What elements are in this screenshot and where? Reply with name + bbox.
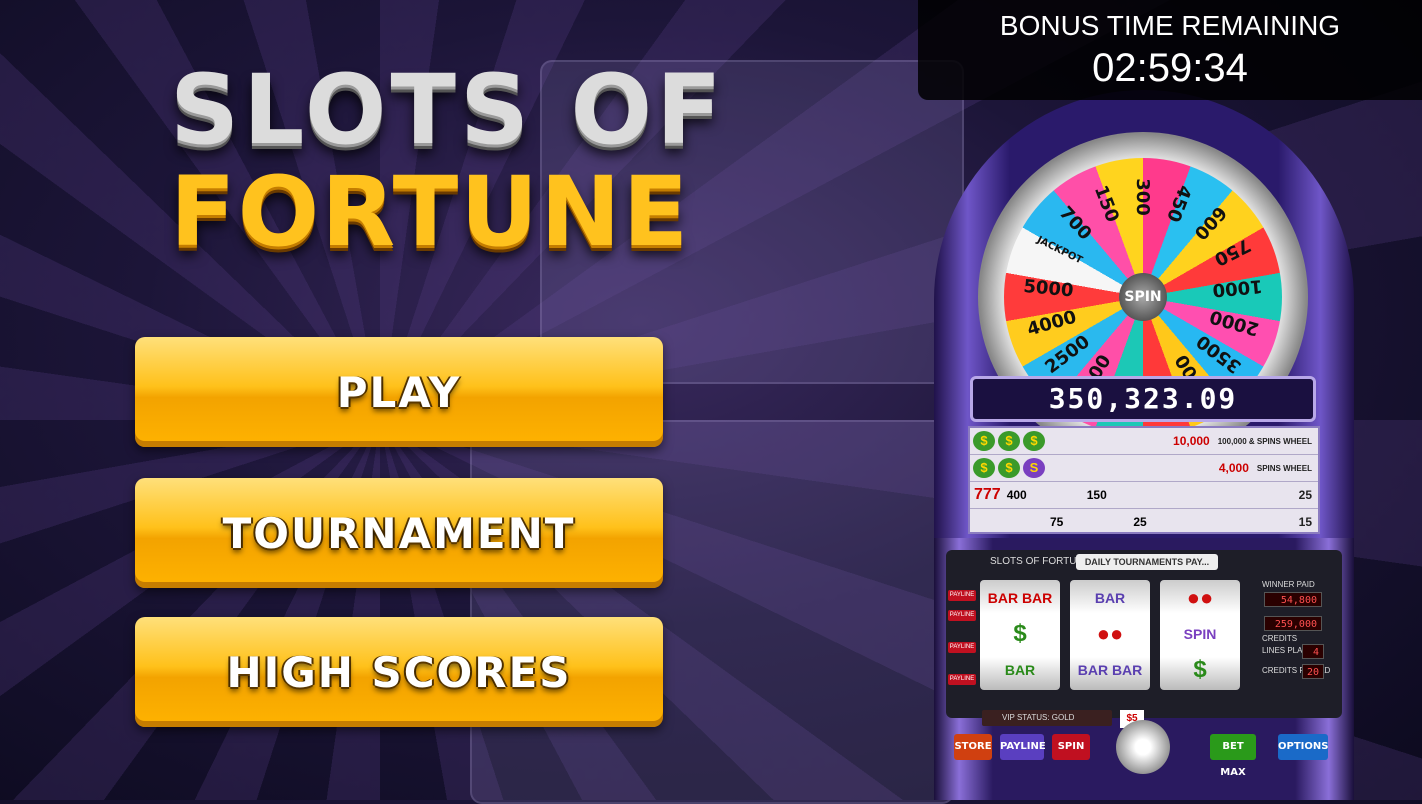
high-scores-button[interactable]: HIGH SCORES [135,617,663,727]
bar-symbol: BAR BAR [1077,662,1143,678]
high-scores-button-label: HIGH SCORES [226,647,572,697]
tournament-button[interactable]: TOURNAMENT [135,478,663,588]
bonus-timer-value: 02:59:34 [1092,46,1248,90]
cherries-symbol: ●● [1096,621,1124,646]
wheel-segment-label: 150 [1089,182,1123,226]
paytable-value: 400 [1006,488,1027,502]
reel-panel-message: DAILY TOURNAMENTS PAY... [1076,554,1218,570]
options-button[interactable]: OPTIONS [1278,734,1328,760]
store-button[interactable]: STORE [954,734,992,760]
paytable-value: 4,000 [1218,461,1249,475]
wheel-segment-label: 3500 [1192,330,1246,378]
spin-button[interactable]: SPIN [1052,734,1090,760]
paytable-value: 10,000 [1173,434,1210,448]
dollar-icon: $ [998,458,1020,478]
wheel-segment-label: 300 [1132,178,1153,216]
reel-3: ●● SPIN $ [1160,580,1240,690]
wheel-segment-label: 2000 [1207,305,1262,340]
lines-played-value: 4 [1302,644,1324,659]
dollar-symbol: $ [1193,656,1207,683]
dollar-symbol: $ [1013,620,1027,647]
payline-tag: PAYLINE [948,674,976,685]
reel-2: BAR ●● BAR BAR [1070,580,1150,690]
paytable: $ $ $ 10,000 100,000 & SPINS WHEEL $ $ S… [968,426,1320,534]
logo-line-2: FORTUNE [170,156,691,268]
wheel-segment-label: 750 [1210,234,1254,270]
wheel-segment-label: 600 [1189,201,1231,244]
slot-machine[interactable]: SPIN 30045060075010002000350050006508001… [934,90,1354,800]
dollar-icon: $ [973,431,995,451]
play-button[interactable]: PLAY [135,337,663,447]
cabinet-bottom: SLOTS OF FORTUNE DAILY TOURNAMENTS PAY..… [934,538,1354,800]
credits-played-value: 20 [1302,664,1324,679]
wheel-segment-label: 2500 [1041,331,1094,379]
play-button-label: PLAY [336,367,462,417]
winner-paid-label: WINNER PAID [1262,580,1315,589]
wheel-segment-label: 450 [1162,182,1196,225]
paytable-value: 25 [1133,515,1147,529]
bet-max-button[interactable]: BET MAX [1210,734,1256,778]
bonus-timer-label: BONUS TIME REMAINING [999,10,1341,41]
wheel-segment-label: 5000 [1022,275,1075,302]
dollar-icon: $ [998,431,1020,451]
wheel-segment-label: 700 [1054,202,1096,245]
cherries-symbol: ●● [1186,585,1214,610]
control-deck: STORE PAYLINE SPIN BET MAX OPTIONS [948,720,1340,778]
paytable-desc: 100,000 & SPINS WHEEL [1217,436,1312,446]
wheel-segment-label: 1000 [1211,274,1264,301]
paytable-row: 777 400 150 25 [970,482,1318,509]
cabinet-top: SPIN 30045060075010002000350050006508001… [934,90,1354,550]
game-logo: SLOTS OF FORTUNE [170,62,770,260]
progressive-jackpot: 350,323.09 [970,376,1316,422]
reel-panel: SLOTS OF FORTUNE DAILY TOURNAMENTS PAY..… [946,550,1342,728]
vip-status: VIP STATUS: GOLD [982,710,1112,726]
payline-tag: PAYLINE [948,590,976,601]
reel-1: BAR BAR $ BAR [980,580,1060,690]
tournament-button-label: TOURNAMENT [222,508,576,558]
paytable-desc: SPINS WHEEL [1256,463,1312,473]
wheel-segment-label: 4000 [1024,306,1079,341]
payline-button[interactable]: PAYLINE [1000,734,1046,760]
credits-value: 259,000 [1264,616,1322,631]
bonus-timer: BONUS TIME REMAINING 02:59:34 [918,0,1422,100]
paytable-value: 25 [1298,488,1312,502]
paytable-row: $ $ S 4,000 SPINS WHEEL [970,455,1318,482]
bar-symbol: BAR [1094,590,1126,606]
bar-symbol: BAR BAR [987,590,1053,606]
spin-icon: S [1023,458,1045,478]
paytable-value: 150 [1086,488,1107,502]
paytable-row: 75 25 15 [970,509,1318,535]
payline-tag: PAYLINE [948,610,976,621]
paytable-row: $ $ $ 10,000 100,000 & SPINS WHEEL [970,428,1318,455]
bar-symbol: BAR [1004,662,1036,678]
logo-line-1: SLOTS OF [170,54,726,166]
credits-label: CREDITS [1262,634,1298,643]
dollar-icon: $ [973,458,995,478]
seven-icon: 777 [974,486,1001,503]
paytable-value: 75 [1050,515,1064,529]
payline-tag: PAYLINE [948,642,976,653]
spin-symbol: SPIN [1183,626,1217,642]
wheel-segment-label: JACKPOT [1035,234,1085,267]
paytable-value: 15 [1298,515,1312,529]
dollar-icon: $ [1023,431,1045,451]
spin-knob[interactable] [1116,720,1170,774]
winner-paid-value: 54,800 [1264,592,1322,607]
wheel-hub: SPIN [1119,273,1167,321]
